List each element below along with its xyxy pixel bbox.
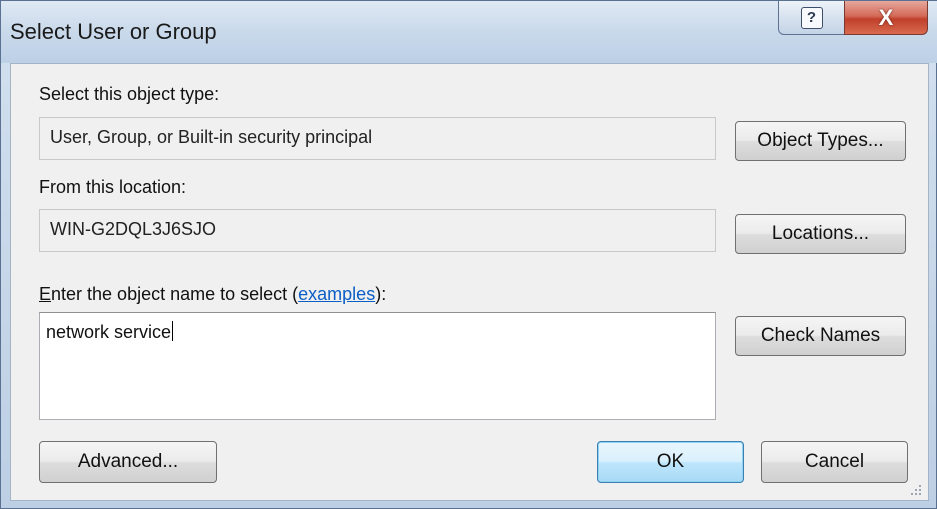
object-name-label-suffix: ): (375, 284, 387, 304)
ok-button[interactable]: OK (597, 441, 744, 483)
location-field: WIN-G2DQL3J6SJO (39, 209, 716, 252)
select-user-or-group-dialog: Select User or Group ? X Select this obj… (0, 0, 937, 509)
dialog-body: Select this object type: User, Group, or… (10, 63, 929, 501)
object-name-label-text: nter the object name to select ( (51, 284, 299, 304)
object-name-input[interactable]: network service (39, 312, 716, 420)
help-button[interactable]: ? (778, 1, 845, 35)
cancel-button[interactable]: Cancel (761, 441, 908, 483)
close-x-icon: X (878, 4, 894, 30)
object-type-label: Select this object type: (39, 84, 220, 104)
resize-grip-icon[interactable] (908, 482, 922, 496)
object-type-field: User, Group, or Built-in security princi… (39, 117, 716, 160)
window-title: Select User or Group (10, 19, 217, 44)
accelerator-key: E (39, 284, 52, 304)
title-bar[interactable]: Select User or Group ? X (1, 1, 937, 63)
close-button[interactable]: X (844, 1, 928, 35)
object-types-button[interactable]: Object Types... (735, 121, 906, 161)
location-label: From this location: (39, 177, 187, 197)
question-mark-icon: ? (800, 6, 823, 29)
text-caret (172, 321, 174, 341)
locations-button[interactable]: Locations... (735, 214, 906, 254)
check-names-button[interactable]: Check Names (735, 316, 906, 356)
object-name-label: Enter the object name to select (example… (39, 284, 386, 305)
advanced-button[interactable]: Advanced... (39, 441, 217, 483)
object-name-value: network service (46, 322, 172, 342)
examples-link[interactable]: examples (298, 284, 375, 304)
